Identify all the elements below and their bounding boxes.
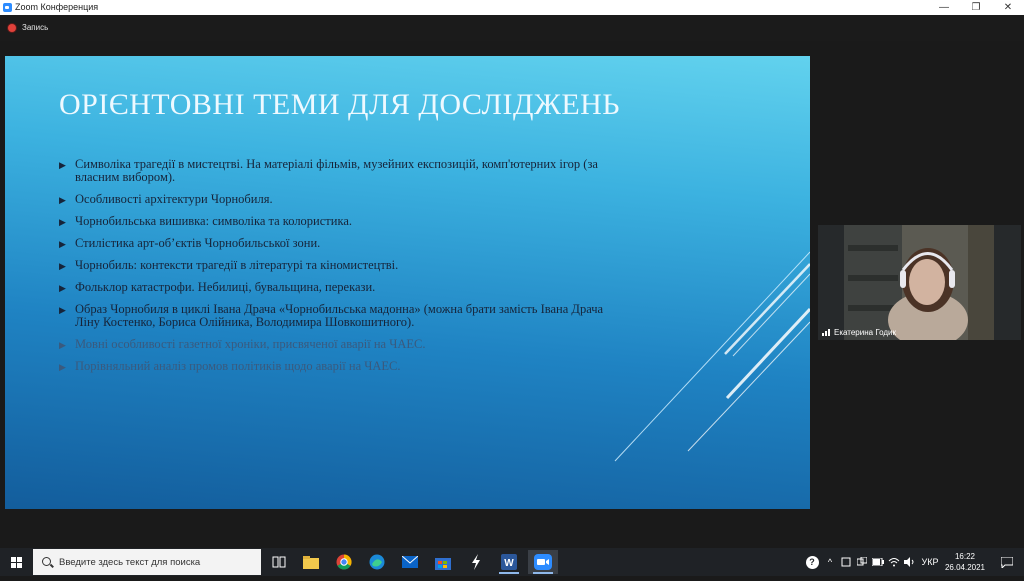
volume-icon: [904, 557, 914, 567]
slide-bullet-item: ▶ Особливості архітектури Чорнобиля.: [59, 193, 619, 206]
wifi-tray-button[interactable]: [887, 548, 901, 576]
word-button[interactable]: W: [494, 550, 524, 574]
window-title: Zoom Конференция: [15, 2, 99, 12]
svg-text:W: W: [504, 558, 514, 569]
meeting-area: ОРІЄНТОВНІ ТЕМИ ДЛЯ ДОСЛІДЖЕНЬ ▶ Символік…: [0, 41, 1024, 548]
zoom-button[interactable]: [528, 550, 558, 574]
recording-label[interactable]: Запись: [22, 23, 48, 32]
record-dot-icon: [8, 24, 16, 32]
windows-taskbar: Введите здесь текст для поиска W ? ^ УКР…: [0, 548, 1024, 576]
word-icon: W: [501, 554, 517, 570]
slide-bullet-item: ▶ Символіка трагедії в мистецтві. На мате…: [59, 158, 619, 184]
slide-bullet-item: ▶ Стилістика арт-об’єктів Чорнобильської …: [59, 237, 619, 250]
zoom-icon: [534, 554, 552, 570]
slide-bullet-text: Порівняльний аналіз промов політиків щод…: [75, 359, 401, 373]
language-indicator[interactable]: УКР: [919, 548, 941, 576]
slide-bullet-text: Чорнобиль: контексти трагедії в літерату…: [75, 258, 399, 272]
zoom-logo-icon: [3, 3, 12, 12]
slide-bullet-text: Мовні особливості газетної хроніки, прис…: [75, 337, 426, 351]
slide-bullet-item: ▶ Порівняльний аналіз промов політиків що…: [59, 360, 619, 373]
bullet-arrow-icon: ▶: [59, 340, 66, 350]
participant-name-tag: Екатерина Годик: [822, 328, 896, 337]
chrome-icon: [336, 554, 352, 570]
slide-bullet-item: ▶ Образ Чорнобиля в циклі Івана Драча «Чо…: [59, 303, 619, 329]
slide-bullet-item: ▶ Чорнобильська вишивка: символіка та кол…: [59, 215, 619, 228]
notification-icon: [1001, 556, 1013, 568]
clock-time: 16:22: [954, 552, 976, 561]
store-icon: [435, 557, 451, 570]
help-tray-button[interactable]: ?: [803, 548, 821, 576]
edge-button[interactable]: [362, 550, 392, 574]
participant-name: Екатерина Годик: [834, 328, 897, 337]
minimize-button[interactable]: —: [929, 0, 959, 15]
chrome-button[interactable]: [329, 550, 359, 574]
wifi-icon: [888, 558, 900, 567]
bullet-arrow-icon: ▶: [59, 261, 66, 271]
battery-icon: [872, 558, 884, 566]
slide-bullet-text: Символіка трагедії в мистецтві. На матер…: [75, 157, 598, 184]
volume-tray-button[interactable]: [903, 548, 917, 576]
help-icon: ?: [805, 555, 819, 569]
slide-bullet-text: Фольклор катастрофи. Небилиці, бувальщин…: [75, 280, 376, 294]
edge-icon: [369, 554, 385, 570]
battery-tray-button[interactable]: [871, 548, 885, 576]
clock-date: 26.04.2021: [944, 563, 986, 572]
network-icon: [857, 557, 867, 566]
file-explorer-button[interactable]: [296, 550, 326, 574]
bullet-arrow-icon: ▶: [59, 362, 66, 372]
window-title-bar: Zoom Конференция — ❐ ✕: [0, 0, 1024, 15]
mail-button[interactable]: [395, 550, 425, 574]
slide-bullet-item: ▶ Фольклор катастрофи. Небилиці, бувальщи…: [59, 281, 619, 294]
store-button[interactable]: [428, 550, 458, 574]
app-tray-icon: [841, 557, 851, 567]
chevron-up-icon: ^: [827, 557, 833, 567]
language-label: УКР: [921, 557, 939, 567]
app-s-button[interactable]: [461, 550, 491, 574]
lightning-icon: [472, 554, 480, 570]
signal-bars-icon: [822, 329, 831, 336]
participant-video-frame: [818, 225, 1021, 340]
recording-bar: Запись: [0, 15, 1024, 41]
close-button[interactable]: ✕: [993, 0, 1023, 15]
slide-bullet-text: Стилістика арт-об’єктів Чорнобильської з…: [75, 236, 321, 250]
slide-title: ОРІЄНТОВНІ ТЕМИ ДЛЯ ДОСЛІДЖЕНЬ: [59, 88, 621, 121]
taskbar-search-box[interactable]: Введите здесь текст для поиска: [33, 549, 261, 575]
taskbar-clock[interactable]: 16:22 26.04.2021: [940, 551, 990, 573]
network-tray-button[interactable]: [855, 548, 869, 576]
notifications-button[interactable]: [996, 548, 1018, 576]
windows-logo-icon: [11, 557, 22, 568]
bullet-arrow-icon: ▶: [59, 305, 66, 315]
slide-bullet-list: ▶ Символіка трагедії в мистецтві. На мате…: [59, 158, 619, 382]
search-icon: [42, 557, 51, 566]
participant-video[interactable]: Екатерина Годик: [818, 225, 1021, 340]
task-view-icon: [272, 556, 286, 568]
start-button[interactable]: [0, 548, 32, 576]
slide-bullet-item: ▶ Мовні особливості газетної хроніки, при…: [59, 338, 619, 351]
shared-slide: ОРІЄНТОВНІ ТЕМИ ДЛЯ ДОСЛІДЖЕНЬ ▶ Символік…: [5, 56, 810, 509]
show-hidden-icons-button[interactable]: ^: [823, 548, 837, 576]
slide-bullet-item: ▶ Чорнобиль: контексти трагедії в літерат…: [59, 259, 619, 272]
bullet-arrow-icon: ▶: [59, 239, 66, 249]
task-view-button[interactable]: [264, 550, 294, 574]
mail-icon: [402, 556, 418, 568]
bullet-arrow-icon: ▶: [59, 283, 66, 293]
maximize-button[interactable]: ❐: [961, 0, 991, 15]
bullet-arrow-icon: ▶: [59, 217, 66, 227]
slide-bullet-text: Чорнобильська вишивка: символіка та коло…: [75, 214, 353, 228]
tray-app-icon[interactable]: [839, 548, 853, 576]
folder-icon: [303, 555, 319, 569]
slide-bullet-text: Образ Чорнобиля в циклі Івана Драча «Чор…: [75, 302, 604, 329]
bullet-arrow-icon: ▶: [59, 195, 66, 205]
search-placeholder: Введите здесь текст для поиска: [59, 557, 201, 568]
bullet-arrow-icon: ▶: [59, 160, 66, 170]
slide-bullet-text: Особливості архітектури Чорнобиля.: [75, 192, 273, 206]
